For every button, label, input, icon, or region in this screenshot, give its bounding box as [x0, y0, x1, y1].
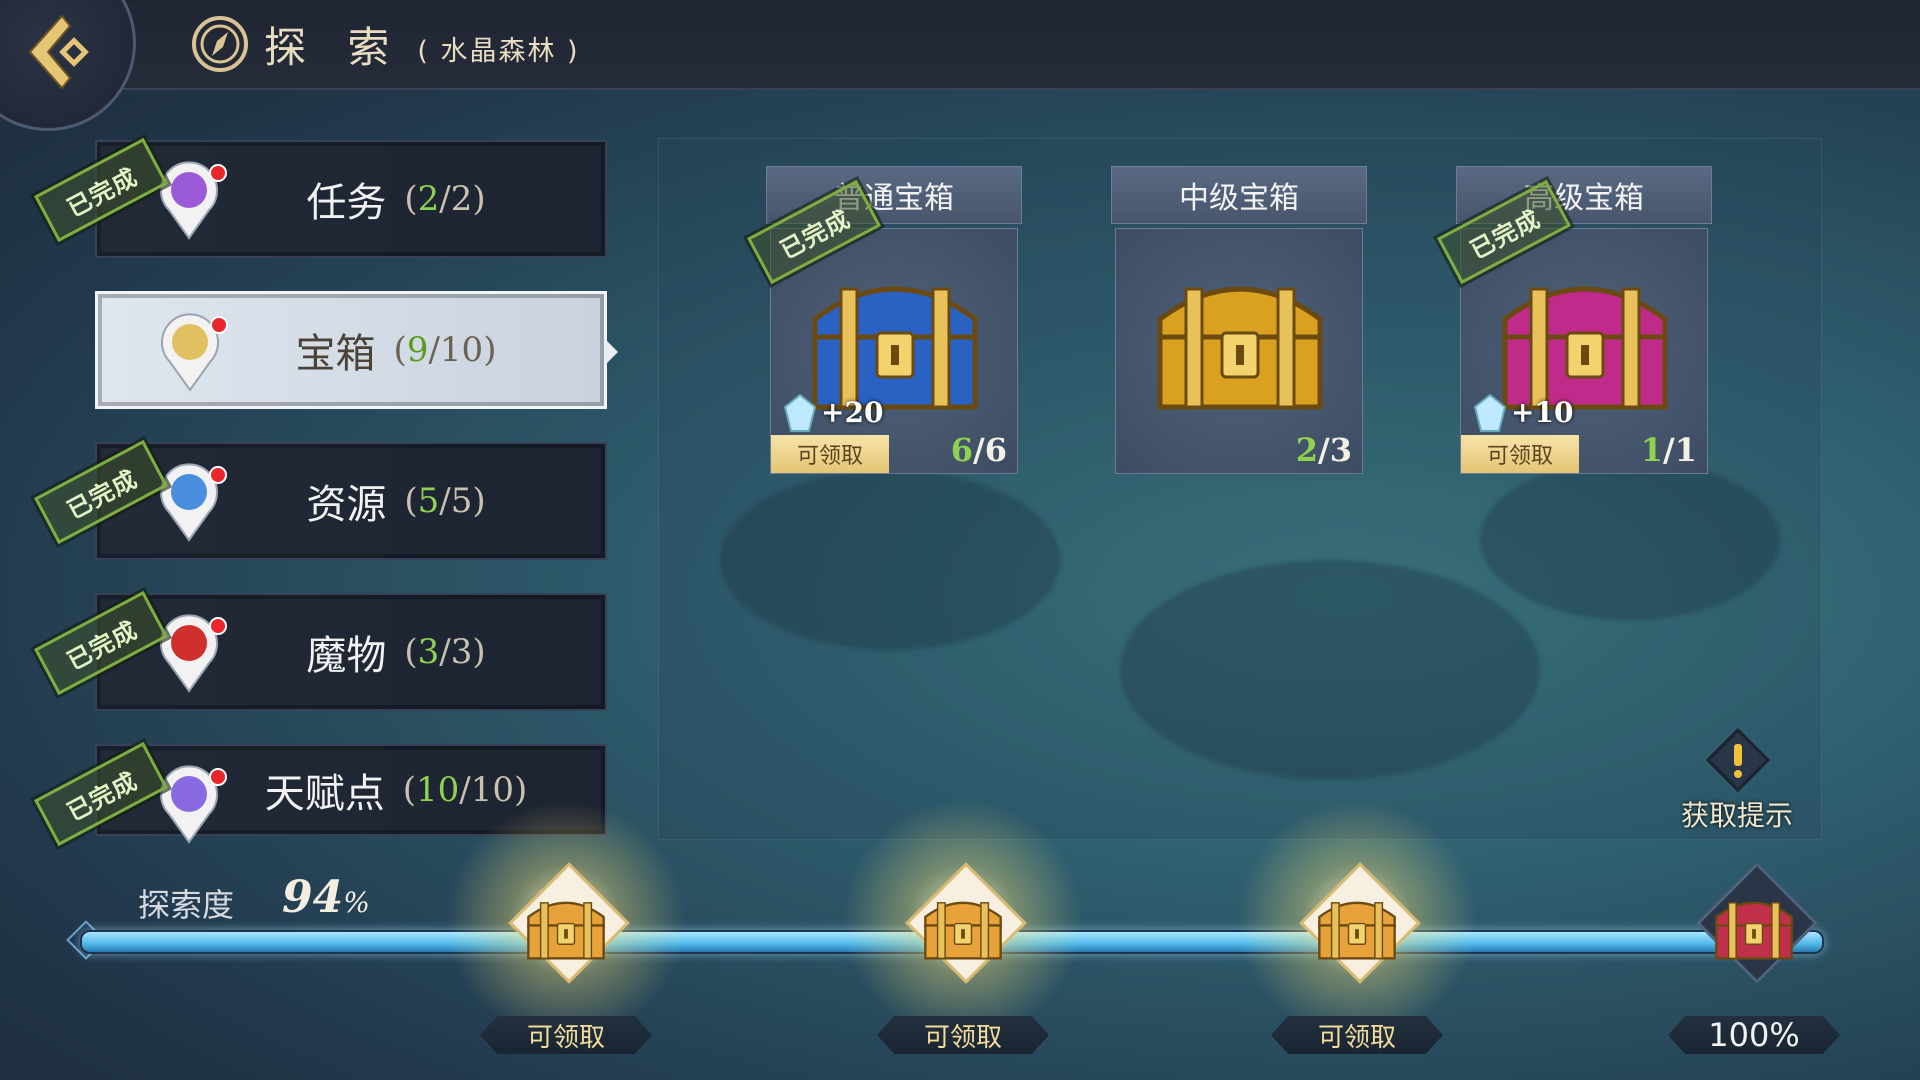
menu-item[interactable]: 宝箱 (9/10)	[95, 291, 618, 409]
milestone-chest	[1307, 884, 1407, 964]
milestone-chest	[913, 884, 1013, 964]
menu-item-text: 魔物	[306, 633, 387, 679]
menu-item-text: 任务	[306, 180, 387, 226]
hint-button[interactable]: 获取提示	[1672, 728, 1802, 838]
milestone-tag: 可领取	[1271, 1016, 1443, 1054]
active-arrow	[604, 338, 618, 366]
page-title: 探 索 ( 水晶森林 )	[190, 14, 580, 74]
reward-chest-icon	[527, 901, 605, 960]
menu-item-text: 天赋点	[264, 771, 385, 817]
crystal-gem-icon	[783, 393, 817, 432]
menu-item-count: (9/10)	[393, 330, 497, 370]
milestone-reward[interactable]: 可领取	[833, 790, 1093, 1054]
treasure-chest-icon	[1157, 286, 1323, 410]
crystal-gem-icon	[1473, 393, 1507, 432]
menu-item-label: 宝箱 (9/10)	[98, 294, 604, 406]
milestone-reward[interactable]: 可领取	[436, 790, 696, 1054]
reward-chest-icon	[1715, 901, 1793, 960]
title-text: 探 索	[264, 22, 404, 72]
hint-label: 获取提示	[1680, 799, 1793, 832]
claim-tag[interactable]: 可领取	[1461, 435, 1579, 473]
menu-item-label: 资源 (5/5)	[97, 444, 605, 558]
menu-item[interactable]: 资源 (5/5) 已完成	[34, 439, 607, 560]
milestone-tag: 可领取	[480, 1016, 652, 1054]
chest-title: 中级宝箱	[1111, 166, 1367, 224]
menu-item-label: 魔物 (3/3)	[97, 595, 605, 709]
progress-number: 94	[282, 872, 344, 923]
milestone-chest	[516, 884, 616, 964]
chest-card[interactable]: 中级宝箱 2/3	[1111, 166, 1367, 476]
menu-item-count: (5/5)	[404, 481, 486, 521]
chest-card[interactable]: 高级宝箱 +10 可领取 1/1 已完成	[1437, 166, 1712, 476]
chest-image	[1140, 249, 1340, 423]
menu-item[interactable]: 魔物 (3/3) 已完成	[34, 590, 607, 711]
menu-item-label: 任务 (2/2)	[97, 142, 605, 256]
compass-icon	[192, 16, 248, 72]
progress-unit: %	[343, 886, 370, 919]
menu-item-count: (3/3)	[404, 632, 486, 672]
chest-body: 2/3	[1115, 228, 1363, 474]
menu-item-text: 宝箱	[295, 331, 376, 377]
chest-count: 1/1	[1640, 431, 1697, 469]
milestone-tag: 可领取	[877, 1016, 1049, 1054]
exclamation-icon	[1706, 728, 1770, 792]
chest-count: 2/3	[1295, 431, 1352, 469]
chest-card[interactable]: 普通宝箱 +20 可领取 6/6 已完成	[747, 166, 1022, 476]
milestone-reward[interactable]: 100%	[1668, 862, 1840, 1054]
chest-bonus: +20	[821, 396, 884, 429]
reward-chest-icon	[924, 901, 1002, 960]
back-button[interactable]	[0, 0, 136, 131]
milestone-reward[interactable]: 可领取	[1227, 790, 1487, 1054]
progress-label: 探索度	[138, 886, 235, 924]
treasure-chest-icon	[812, 286, 978, 410]
claim-tag[interactable]: 可领取	[771, 435, 889, 473]
menu-item[interactable]: 任务 (2/2) 已完成	[34, 137, 607, 258]
menu-item-text: 资源	[306, 482, 387, 528]
milestone-tag: 100%	[1668, 1016, 1840, 1054]
menu-item-count: (2/2)	[404, 179, 486, 219]
treasure-chest-icon	[1502, 286, 1668, 410]
chest-count: 6/6	[950, 431, 1007, 469]
progress-value: 94%	[282, 872, 370, 923]
title-region: ( 水晶森林 )	[417, 35, 580, 67]
back-arrow-icon	[28, 14, 89, 90]
milestone-chest	[1704, 884, 1804, 964]
chest-bonus: +10	[1511, 396, 1574, 429]
reward-chest-icon	[1318, 901, 1396, 960]
top-bar: 探 索 ( 水晶森林 )	[0, 0, 1920, 131]
